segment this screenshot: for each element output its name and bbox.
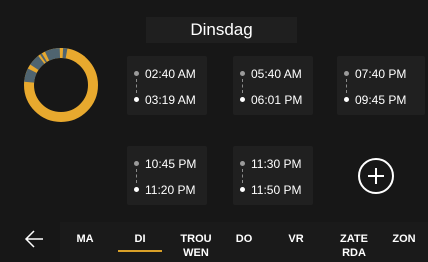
tab-sunday[interactable]: ZON bbox=[384, 226, 424, 260]
slot-end: 06:01 PM bbox=[233, 92, 313, 108]
end-dot-icon bbox=[240, 97, 245, 102]
end-time: 11:20 PM bbox=[145, 183, 196, 197]
slot-connector bbox=[242, 79, 243, 93]
slot-connector bbox=[346, 79, 347, 93]
tab-monday[interactable]: MA bbox=[62, 226, 108, 260]
day-title: Dinsdag bbox=[146, 17, 297, 43]
end-time: 09:45 PM bbox=[355, 93, 407, 107]
end-dot-icon bbox=[134, 187, 139, 192]
tab-wednesday[interactable]: TROU WEN bbox=[176, 226, 216, 260]
plus-circle-icon[interactable] bbox=[358, 158, 394, 194]
slot-end: 11:20 PM bbox=[127, 182, 207, 198]
selected-tab-underline bbox=[118, 250, 162, 252]
start-time: 10:45 PM bbox=[145, 157, 197, 171]
start-dot-icon bbox=[240, 71, 245, 76]
slot-end: 09:45 PM bbox=[337, 92, 425, 108]
time-slot-card[interactable]: 07:40 PM 09:45 PM bbox=[337, 56, 425, 115]
slot-end: 11:50 PM bbox=[233, 182, 313, 198]
slot-end: 03:19 AM bbox=[127, 92, 207, 108]
arrow-left-icon[interactable] bbox=[23, 228, 45, 250]
time-slot-card[interactable]: 11:30 PM 11:50 PM bbox=[233, 146, 313, 205]
tab-saturday[interactable]: ZATE RDA bbox=[332, 226, 376, 260]
time-slot-card[interactable]: 02:40 AM 03:19 AM bbox=[127, 56, 207, 115]
tab-thursday[interactable]: DO bbox=[224, 226, 264, 260]
end-dot-icon bbox=[344, 97, 349, 102]
time-slot-card[interactable]: 05:40 AM 06:01 PM bbox=[233, 56, 313, 115]
start-time: 02:40 AM bbox=[145, 67, 196, 81]
end-dot-icon bbox=[240, 187, 245, 192]
start-time: 11:30 PM bbox=[251, 157, 302, 171]
start-dot-icon bbox=[134, 161, 139, 166]
end-dot-icon bbox=[134, 97, 139, 102]
start-dot-icon bbox=[134, 71, 139, 76]
start-dot-icon bbox=[344, 71, 349, 76]
end-time: 06:01 PM bbox=[251, 93, 303, 107]
end-time: 03:19 AM bbox=[145, 93, 196, 107]
slot-start: 02:40 AM bbox=[127, 66, 207, 82]
slot-start: 07:40 PM bbox=[337, 66, 425, 82]
slot-start: 05:40 AM bbox=[233, 66, 313, 82]
slot-connector bbox=[136, 169, 137, 183]
slot-start: 11:30 PM bbox=[233, 156, 313, 172]
end-time: 11:50 PM bbox=[251, 183, 302, 197]
slot-connector bbox=[242, 169, 243, 183]
start-time: 07:40 PM bbox=[355, 67, 407, 81]
start-time: 05:40 AM bbox=[251, 67, 302, 81]
start-dot-icon bbox=[240, 161, 245, 166]
tab-friday[interactable]: VR bbox=[276, 226, 316, 260]
slot-start: 10:45 PM bbox=[127, 156, 207, 172]
day-schedule-ring-icon bbox=[23, 47, 98, 122]
time-slot-card[interactable]: 10:45 PM 11:20 PM bbox=[127, 146, 207, 205]
slot-connector bbox=[136, 79, 137, 93]
tab-tuesday[interactable]: DI bbox=[118, 226, 162, 260]
